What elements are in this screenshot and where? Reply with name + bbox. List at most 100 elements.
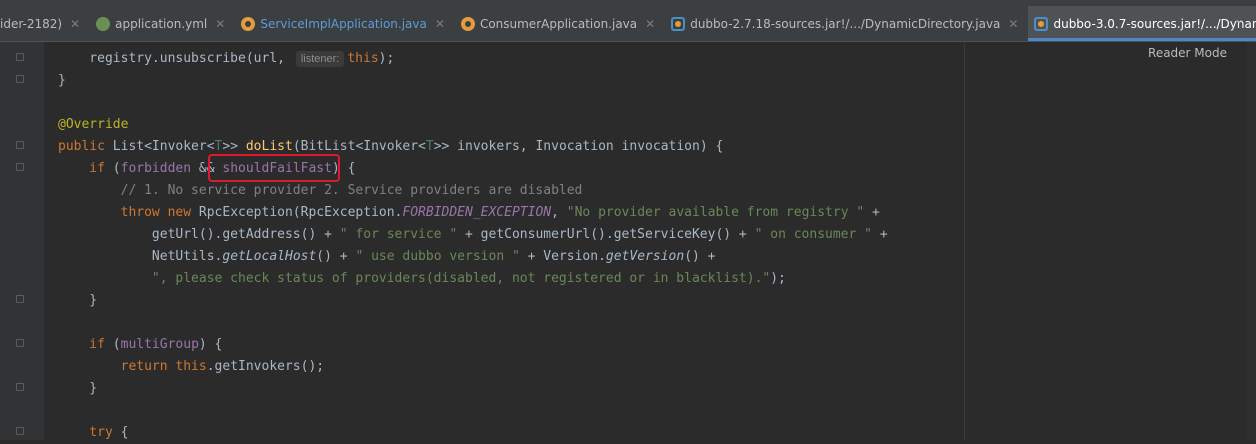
- code-line: public List<Invoker< T >> doList(BitList<I…: [58, 136, 723, 158]
- code-line: NetUtils.getLocalHost() + " use dubbo ve…: [58, 246, 716, 268]
- code-text: List<Invoker<: [104, 139, 215, 154]
- keyword: if: [58, 161, 105, 176]
- vertical-scrollbar[interactable]: [1247, 42, 1256, 440]
- java-class-icon: [460, 16, 475, 31]
- tab-serviceimplapplication[interactable]: ServiceImplApplication.java ✕: [235, 6, 455, 41]
- fold-marker-icon[interactable]: [16, 427, 24, 435]
- tab-provider[interactable]: ider-2182) ✕: [0, 6, 90, 41]
- code-line: }: [58, 290, 97, 312]
- keyword: if: [58, 337, 105, 352]
- code-text: (BitList<Invoker<: [292, 139, 426, 154]
- code-text: ) {: [198, 337, 223, 352]
- close-icon[interactable]: ✕: [435, 17, 445, 31]
- code-text: }: [58, 293, 98, 308]
- tab-consumerapplication[interactable]: ConsumerApplication.java ✕: [455, 6, 665, 41]
- fold-marker-icon[interactable]: [16, 383, 24, 391]
- string-literal: "No provider available from registry ": [566, 205, 865, 220]
- close-icon[interactable]: ✕: [70, 17, 80, 31]
- fold-marker-icon[interactable]: [16, 295, 24, 303]
- code-text: () +: [316, 249, 356, 264]
- code-text: RpcException(RpcException.: [191, 205, 403, 220]
- code-text: () +: [684, 249, 716, 264]
- yml-file-icon: [96, 16, 111, 31]
- fold-marker-icon[interactable]: [16, 163, 24, 171]
- string-literal: " use dubbo version ": [355, 249, 520, 264]
- tab-label: application.yml: [115, 16, 208, 31]
- code-line: }: [58, 70, 66, 92]
- comment: // 1. No service provider 2. Service pro…: [58, 183, 583, 198]
- constant-reference: FORBIDDEN_EXCEPTION: [402, 205, 552, 220]
- code-line: return this.getInvokers();: [58, 356, 325, 378]
- code-line: @Override: [58, 114, 128, 136]
- code-text: .getInvokers();: [206, 359, 325, 374]
- code-text: NetUtils.: [58, 249, 223, 264]
- java-class-icon: [241, 16, 256, 31]
- code-editor[interactable]: registry.unsubscribe(url, listener: this)…: [44, 42, 964, 440]
- keyword: try: [58, 425, 113, 440]
- jar-source-icon: [671, 16, 686, 31]
- code-text: + getConsumerUrl().getServiceKey() +: [457, 227, 755, 242]
- fold-marker-icon[interactable]: [16, 339, 24, 347]
- code-line: getUrl().getAddress() + " for service " …: [58, 224, 888, 246]
- code-text: (: [104, 161, 121, 176]
- code-text: + Version.: [519, 249, 606, 264]
- editor-side-area: Reader Mode: [964, 42, 1256, 440]
- code-text: +: [872, 227, 888, 242]
- editor-tab-bar: ider-2182) ✕ application.yml ✕ ServiceIm…: [0, 0, 1256, 42]
- code-text: {: [112, 425, 129, 440]
- code-line: }: [58, 378, 97, 400]
- tab-application-yml[interactable]: application.yml ✕: [90, 6, 235, 41]
- string-literal: " for service ": [339, 227, 458, 242]
- parameter-hint: listener:: [295, 51, 345, 67]
- keyword: this: [347, 51, 379, 66]
- code-text: );: [378, 51, 395, 66]
- code-text: >>: [222, 139, 246, 154]
- code-text: (: [104, 337, 121, 352]
- keyword: public: [58, 139, 105, 154]
- fold-marker-icon[interactable]: [16, 141, 24, 149]
- method-name: doList: [245, 139, 293, 154]
- code-line: try {: [58, 422, 128, 444]
- static-method: getVersion: [605, 249, 685, 264]
- code-text: +: [864, 205, 880, 220]
- code-text: }: [58, 73, 66, 88]
- string-literal: " on consumer ": [754, 227, 872, 242]
- code-text: registry.unsubscribe(url,: [58, 51, 293, 66]
- tab-label: dubbo-2.7.18-sources.jar!/.../DynamicDir…: [690, 16, 1001, 31]
- type-parameter: T: [425, 139, 434, 154]
- code-text: getUrl().getAddress() +: [58, 227, 340, 242]
- keyword: return this: [58, 359, 207, 374]
- jar-source-icon: [1034, 16, 1049, 31]
- highlight-annotation-box: [208, 154, 340, 182]
- close-icon[interactable]: ✕: [215, 17, 225, 31]
- code-line: registry.unsubscribe(url, listener: this)…: [58, 48, 394, 70]
- code-text: );: [770, 271, 786, 286]
- field-reference: forbidden: [120, 161, 192, 176]
- tab-list: ider-2182) ✕ application.yml ✕ ServiceIm…: [0, 6, 1256, 41]
- field-reference: multiGroup: [120, 337, 199, 352]
- chevron-down-icon[interactable]: ⌄: [1234, 12, 1244, 26]
- string-literal: ", please check status of providers(disa…: [58, 271, 771, 286]
- keyword: throw new: [58, 205, 192, 220]
- static-method: getLocalHost: [222, 249, 317, 264]
- annotation: @Override: [58, 117, 129, 132]
- editor-gutter: [0, 42, 44, 440]
- tab-label: dubbo-3.0.7-sources.jar!/.../DynamicDire…: [1053, 16, 1256, 31]
- close-icon[interactable]: ✕: [1008, 17, 1018, 31]
- code-line: if (multiGroup) {: [58, 334, 222, 356]
- code-text: >> invokers, Invocation invocation) {: [433, 139, 724, 154]
- code-line: // 1. No service provider 2. Service pro…: [58, 180, 583, 202]
- code-text: ,: [551, 205, 567, 220]
- fold-marker-icon[interactable]: [16, 53, 24, 61]
- code-text: }: [58, 381, 98, 396]
- tab-label: ider-2182): [0, 16, 63, 31]
- tab-label: ServiceImplApplication.java: [260, 16, 427, 31]
- code-line: ", please check status of providers(disa…: [58, 268, 786, 290]
- reader-mode-button[interactable]: Reader Mode: [1148, 46, 1227, 60]
- tab-dynamicdirectory-2718[interactable]: dubbo-2.7.18-sources.jar!/.../DynamicDir…: [665, 6, 1028, 41]
- fold-marker-icon[interactable]: [16, 75, 24, 83]
- tab-label: ConsumerApplication.java: [479, 16, 638, 31]
- code-line: throw new RpcException(RpcException.FORB…: [58, 202, 880, 224]
- tab-dynamicdirectory-307[interactable]: dubbo-3.0.7-sources.jar!/.../DynamicDire…: [1028, 6, 1256, 41]
- close-icon[interactable]: ✕: [645, 17, 655, 31]
